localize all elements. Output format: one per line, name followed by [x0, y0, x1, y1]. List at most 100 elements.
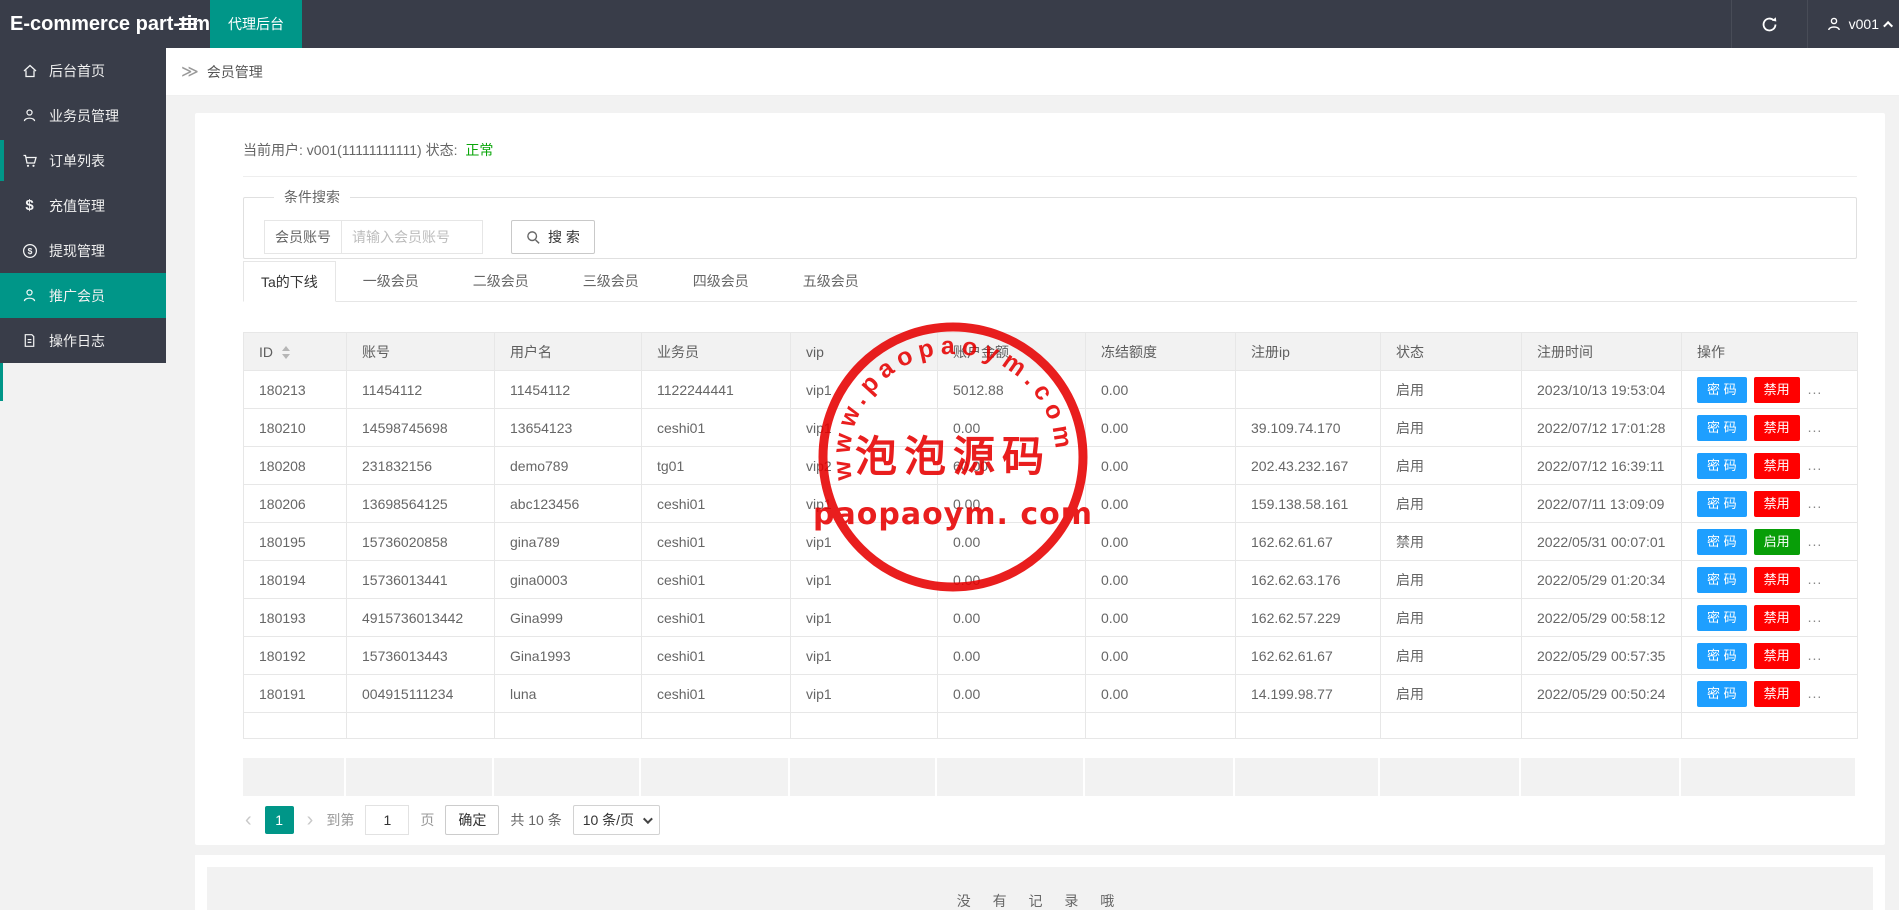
table-cell: 162.62.63.176 [1235, 560, 1381, 599]
sidebar-item-label: 业务员管理 [49, 107, 119, 124]
table-cell: ceshi01 [641, 522, 791, 561]
table-header-row: ID 账号 用户名 业务员 vip 账户金额 冻结额度 注册ip 状态 注册时间 操作 [243, 332, 1858, 371]
tab-5[interactable]: 五级会员 [776, 261, 886, 301]
confirm-page-button[interactable]: 确定 [445, 805, 500, 835]
more-actions-button[interactable]: ... [1808, 609, 1823, 625]
summary-cell [243, 758, 344, 796]
more-actions-button[interactable]: ... [1808, 381, 1823, 397]
table-cell: vip1 [790, 560, 938, 599]
disable-button[interactable]: 禁用 [1753, 566, 1800, 593]
actions-cell: 密 码禁用... [1681, 408, 1858, 447]
table-cell: abc123456 [494, 484, 642, 523]
sidebar-item-0[interactable]: 后台首页 [0, 48, 166, 93]
tab-4[interactable]: 四级会员 [666, 261, 776, 301]
more-actions-button[interactable]: ... [1808, 495, 1823, 511]
recharge-icon: $ [25, 197, 34, 214]
goto-page-input[interactable] [365, 805, 410, 835]
summary-cell [1681, 758, 1855, 796]
sidebar-item-2[interactable]: 订单列表 [0, 138, 166, 183]
actions-cell: 密 码禁用... [1681, 446, 1858, 485]
disable-button[interactable]: 禁用 [1753, 452, 1800, 479]
more-actions-button[interactable]: ... [1808, 457, 1823, 473]
password-button[interactable]: 密 码 [1697, 566, 1747, 593]
actions-cell: 密 码禁用... [1681, 636, 1858, 675]
table-cell: ceshi01 [641, 636, 791, 675]
chevron-up-icon [1883, 20, 1894, 31]
table-cell: 2022/05/29 00:57:35 [1521, 636, 1682, 675]
password-button[interactable]: 密 码 [1697, 414, 1747, 441]
user-icon [1827, 17, 1840, 31]
summary-cell [1521, 758, 1679, 796]
top-bar: E-commerce part-time 代理后台 v001 [0, 0, 1899, 48]
search-icon [527, 230, 540, 244]
table-cell: gina789 [494, 522, 642, 561]
sidebar-item-6[interactable]: 操作日志 [0, 318, 166, 363]
more-actions-button[interactable]: ... [1808, 647, 1823, 663]
summary-cell [1235, 758, 1378, 796]
tab-1[interactable]: 一级会员 [336, 261, 446, 301]
member-level-tabs: Ta的下线 一级会员 二级会员 三级会员 四级会员 五级会员 [243, 261, 1857, 302]
table-cell: 180206 [243, 484, 347, 523]
table-cell: 11454112 [494, 370, 642, 409]
table-cell: demo789 [494, 446, 642, 485]
enable-button[interactable]: 启用 [1753, 528, 1800, 555]
search-button[interactable]: 搜 索 [511, 220, 595, 254]
sidebar-item-1[interactable]: 业务员管理 [0, 93, 166, 138]
disable-button[interactable]: 禁用 [1753, 680, 1800, 707]
table-cell: 2022/07/12 16:39:11 [1521, 446, 1682, 485]
table-cell: vip1 [790, 598, 938, 637]
disable-button[interactable]: 禁用 [1753, 642, 1800, 669]
disable-button[interactable]: 禁用 [1753, 604, 1800, 631]
table-cell: 0.00 [937, 408, 1086, 447]
summary-cell [790, 758, 935, 796]
tab-2[interactable]: 二级会员 [446, 261, 556, 301]
sidebar-item-4[interactable]: $ 提现管理 [0, 228, 166, 273]
table-cell: 2022/05/29 01:20:34 [1521, 560, 1682, 599]
table-cell: ceshi01 [641, 408, 791, 447]
member-account-input[interactable] [341, 220, 483, 254]
refresh-button[interactable] [1730, 0, 1807, 48]
top-nav-tab-agent[interactable]: 代理后台 [210, 0, 302, 48]
password-button[interactable]: 密 码 [1697, 604, 1747, 631]
prev-page-button[interactable]: ‹ [243, 806, 254, 834]
password-button[interactable]: 密 码 [1697, 680, 1747, 707]
search-button-label: 搜 索 [548, 229, 580, 245]
sidebar-item-5[interactable]: 推广会员 [0, 273, 166, 318]
table-cell: 启用 [1380, 408, 1522, 447]
tab-3[interactable]: 三级会员 [556, 261, 666, 301]
more-actions-button[interactable]: ... [1808, 419, 1823, 435]
table-cell: vip1 [790, 636, 938, 675]
more-actions-button[interactable]: ... [1808, 533, 1823, 549]
table-cell: 13698564125 [346, 484, 495, 523]
sort-icon[interactable] [282, 346, 290, 360]
more-actions-button[interactable]: ... [1808, 571, 1823, 587]
current-page-button[interactable]: 1 [264, 806, 294, 834]
sidebar-toggle-button[interactable] [166, 0, 210, 48]
table-cell: 180213 [243, 370, 347, 409]
password-button[interactable]: 密 码 [1697, 490, 1747, 517]
more-actions-button[interactable]: ... [1808, 685, 1823, 701]
password-button[interactable]: 密 码 [1697, 642, 1747, 669]
actions-cell: 密 码禁用... [1681, 370, 1858, 409]
disable-button[interactable]: 禁用 [1753, 414, 1800, 441]
column-header: 账号 [346, 332, 495, 371]
goto-suffix-label: 页 [420, 812, 435, 828]
page-size-select[interactable]: 10 条/页 [572, 805, 661, 835]
sidebar-item-3[interactable]: $ 充值管理 [0, 183, 166, 228]
column-header: vip [790, 332, 938, 371]
password-button[interactable]: 密 码 [1697, 528, 1747, 555]
actions-cell: 密 码启用... [1681, 522, 1858, 561]
column-header: 业务员 [641, 332, 791, 371]
tab-0[interactable]: Ta的下线 [243, 261, 336, 302]
table-cell: 180193 [243, 598, 347, 637]
table-cell: 004915111234 [346, 674, 495, 713]
current-user-label: 当前用户: v001(11111111111) 状态: [243, 142, 458, 158]
disable-button[interactable]: 禁用 [1753, 490, 1800, 517]
table-cell: 启用 [1380, 370, 1522, 409]
disable-button[interactable]: 禁用 [1753, 376, 1800, 403]
password-button[interactable]: 密 码 [1697, 376, 1747, 403]
goto-prefix-label: 到第 [326, 812, 355, 828]
next-page-button[interactable]: › [305, 806, 316, 834]
password-button[interactable]: 密 码 [1697, 452, 1747, 479]
user-menu[interactable]: v001 [1806, 0, 1899, 48]
